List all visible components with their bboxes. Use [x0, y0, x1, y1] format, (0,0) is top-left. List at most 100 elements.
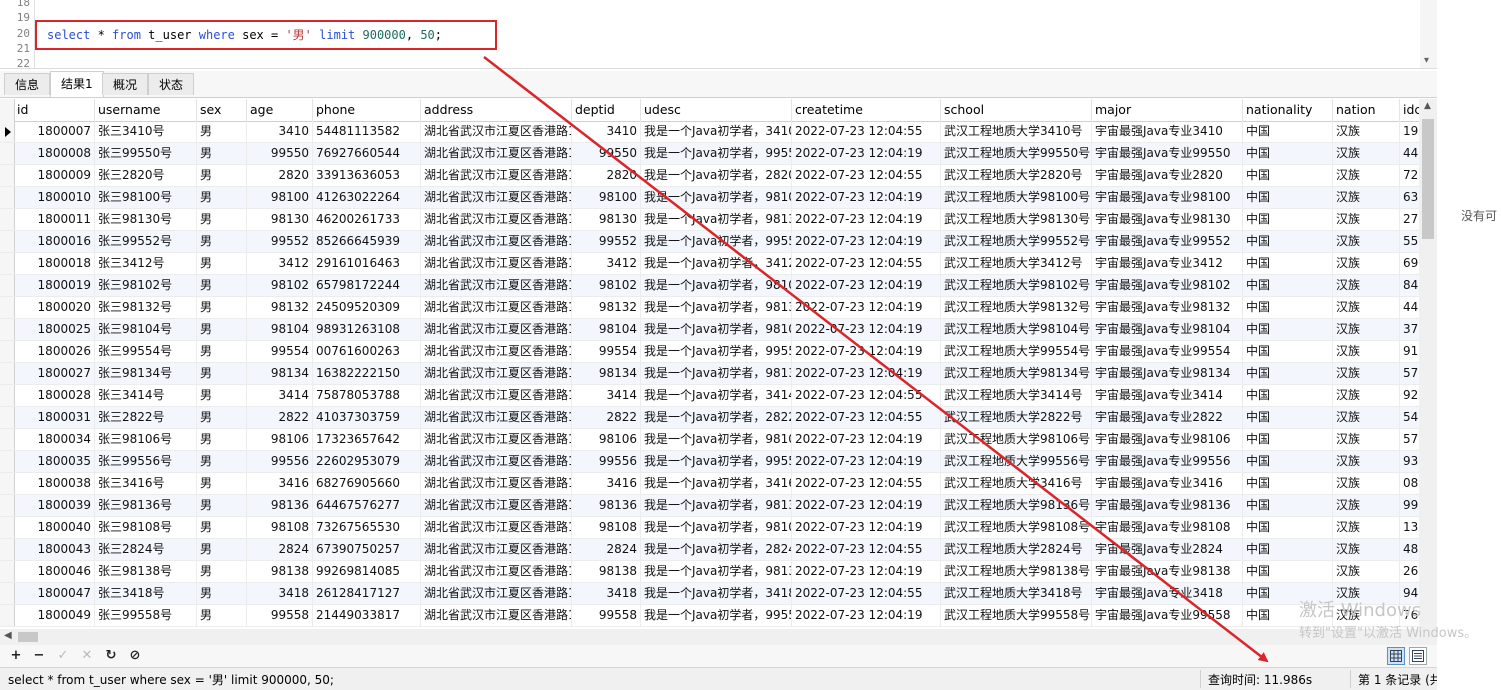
cell-createtime[interactable]: 2022-07-23 12:04:55 [792, 121, 941, 142]
sql-text-line[interactable]: select * from t_user where sex = '男' lim… [47, 28, 442, 42]
cell-school[interactable]: 武汉工程地质大学98108号 [941, 517, 1092, 538]
cell-sex[interactable]: 男 [197, 297, 247, 318]
row-indicator[interactable] [0, 209, 15, 230]
row-indicator[interactable] [0, 473, 15, 494]
table-row[interactable]: 1800009 张三2820号男 2820 33913636053 湖北省武汉市江夏区香… [0, 165, 1419, 187]
cell-deptid[interactable]: 3410 [572, 121, 641, 142]
cell-age[interactable]: 2820 [247, 165, 313, 186]
cell-nation[interactable]: 汉族 [1333, 429, 1400, 450]
cell-createtime[interactable]: 2022-07-23 12:04:19 [792, 209, 941, 230]
cell-phone[interactable]: 17323657642 [313, 429, 421, 450]
cell-deptid[interactable]: 3414 [572, 385, 641, 406]
cell-username[interactable]: 张三2824号 [95, 539, 197, 560]
row-indicator[interactable] [0, 539, 15, 560]
cell-username[interactable]: 张三99554号 [95, 341, 197, 362]
cell-nationality[interactable]: 中国 [1243, 539, 1333, 560]
row-indicator[interactable] [0, 121, 15, 142]
cell-id[interactable]: 1800025 [14, 319, 95, 340]
row-indicator[interactable] [0, 297, 15, 318]
table-row[interactable]: 1800040 张三98108号男 98108 73267565530 湖北省武汉市江夏… [0, 517, 1419, 539]
cell-school[interactable]: 武汉工程地质大学3414号 [941, 385, 1092, 406]
cell-createtime[interactable]: 2022-07-23 12:04:55 [792, 407, 941, 428]
cell-nation[interactable]: 汉族 [1333, 385, 1400, 406]
cell-username[interactable]: 张三99558号 [95, 605, 197, 626]
cell-createtime[interactable]: 2022-07-23 12:04:55 [792, 165, 941, 186]
cell-deptid[interactable]: 98104 [572, 319, 641, 340]
cell-school[interactable]: 武汉工程地质大学99556号 [941, 451, 1092, 472]
tab-overview[interactable]: 概况 [102, 73, 149, 95]
cell-nationality[interactable]: 中国 [1243, 495, 1333, 516]
table-row[interactable]: 1800010 张三98100号男 98100 41263022264 湖北省武汉市江夏… [0, 187, 1419, 209]
cell-username[interactable]: 张三99552号 [95, 231, 197, 252]
column-header-major[interactable]: major [1092, 99, 1243, 121]
cell-phone[interactable]: 75878053788 [313, 385, 421, 406]
cell-address[interactable]: 湖北省武汉市江夏区香港路1 [421, 429, 572, 450]
cell-udesc[interactable]: 我是一个Java初学者，9810 [641, 429, 792, 450]
table-row[interactable]: 1800018 张三3412号男 3412 29161016463 湖北省武汉市江夏区香… [0, 253, 1419, 275]
table-row[interactable]: 1800039 张三98136号男 98136 64467576277 湖北省武汉市江夏… [0, 495, 1419, 517]
cell-username[interactable]: 张三3414号 [95, 385, 197, 406]
cell-udesc[interactable]: 我是一个Java初学者，9813 [641, 209, 792, 230]
cell-phone[interactable]: 68276905660 [313, 473, 421, 494]
cell-phone[interactable]: 46200261733 [313, 209, 421, 230]
table-row[interactable]: 1800035 张三99556号男 99556 22602953079 湖北省武汉市江夏… [0, 451, 1419, 473]
row-indicator[interactable] [0, 385, 15, 406]
chevron-left-icon[interactable]: ◀ [4, 630, 12, 641]
table-row[interactable]: 1800028 张三3414号男 3414 75878053788 湖北省武汉市江夏区香… [0, 385, 1419, 407]
cell-id[interactable]: 1800018 [14, 253, 95, 274]
cell-sex[interactable]: 男 [197, 429, 247, 450]
cell-idc[interactable]: 44 [1400, 143, 1419, 164]
cell-idc[interactable]: 37 [1400, 319, 1419, 340]
cell-age[interactable]: 98102 [247, 275, 313, 296]
cell-createtime[interactable]: 2022-07-23 12:04:19 [792, 495, 941, 516]
cell-createtime[interactable]: 2022-07-23 12:04:19 [792, 517, 941, 538]
cell-nation[interactable]: 汉族 [1333, 253, 1400, 274]
row-indicator[interactable] [0, 341, 15, 362]
cell-major[interactable]: 宇宙最强Java专业2824 [1092, 539, 1243, 560]
cell-nation[interactable]: 汉族 [1333, 341, 1400, 362]
cell-age[interactable]: 2822 [247, 407, 313, 428]
cell-address[interactable]: 湖北省武汉市江夏区香港路1 [421, 385, 572, 406]
cell-age[interactable]: 98106 [247, 429, 313, 450]
table-row[interactable]: 1800007 张三3410号男 3410 54481113582 湖北省武汉市江夏区香… [0, 121, 1419, 143]
cell-phone[interactable]: 99269814085 [313, 561, 421, 582]
tab-status[interactable]: 状态 [148, 73, 195, 95]
apply-changes-button[interactable]: ✓ [54, 647, 72, 665]
cell-phone[interactable]: 64467576277 [313, 495, 421, 516]
tab-result1[interactable]: 结果1 [50, 71, 104, 97]
cell-phone[interactable]: 41037303759 [313, 407, 421, 428]
cell-school[interactable]: 武汉工程地质大学3416号 [941, 473, 1092, 494]
cell-udesc[interactable]: 我是一个Java初学者，9813 [641, 495, 792, 516]
cell-username[interactable]: 张三99550号 [95, 143, 197, 164]
cell-idc[interactable]: 93 [1400, 451, 1419, 472]
cell-idc[interactable]: 44 [1400, 297, 1419, 318]
cell-phone[interactable]: 41263022264 [313, 187, 421, 208]
column-header-sex[interactable]: sex [197, 99, 247, 121]
cell-age[interactable]: 98134 [247, 363, 313, 384]
cell-phone[interactable]: 26128417127 [313, 583, 421, 604]
cell-address[interactable]: 湖北省武汉市江夏区香港路1 [421, 187, 572, 208]
cell-username[interactable]: 张三98132号 [95, 297, 197, 318]
tab-info[interactable]: 信息 [4, 73, 51, 95]
cell-username[interactable]: 张三98136号 [95, 495, 197, 516]
cell-username[interactable]: 张三3410号 [95, 121, 197, 142]
table-row[interactable]: 1800038 张三3416号男 3416 68276905660 湖北省武汉市江夏区香… [0, 473, 1419, 495]
cell-id[interactable]: 1800034 [14, 429, 95, 450]
cell-school[interactable]: 武汉工程地质大学2820号 [941, 165, 1092, 186]
cell-createtime[interactable]: 2022-07-23 12:04:19 [792, 275, 941, 296]
cell-nation[interactable]: 汉族 [1333, 143, 1400, 164]
cell-deptid[interactable]: 99554 [572, 341, 641, 362]
column-header-id[interactable]: id [14, 99, 95, 121]
cell-deptid[interactable]: 99558 [572, 605, 641, 626]
cell-deptid[interactable]: 98130 [572, 209, 641, 230]
cell-phone[interactable]: 73267565530 [313, 517, 421, 538]
column-header-address[interactable]: address [421, 99, 572, 121]
cell-idc[interactable]: 48 [1400, 539, 1419, 560]
cell-age[interactable]: 3418 [247, 583, 313, 604]
cell-major[interactable]: 宇宙最强Java专业3412 [1092, 253, 1243, 274]
cell-nation[interactable]: 汉族 [1333, 473, 1400, 494]
cell-school[interactable]: 武汉工程地质大学98134号 [941, 363, 1092, 384]
form-view-button[interactable] [1409, 647, 1427, 665]
cell-address[interactable]: 湖北省武汉市江夏区香港路1 [421, 341, 572, 362]
cell-address[interactable]: 湖北省武汉市江夏区香港路1 [421, 165, 572, 186]
